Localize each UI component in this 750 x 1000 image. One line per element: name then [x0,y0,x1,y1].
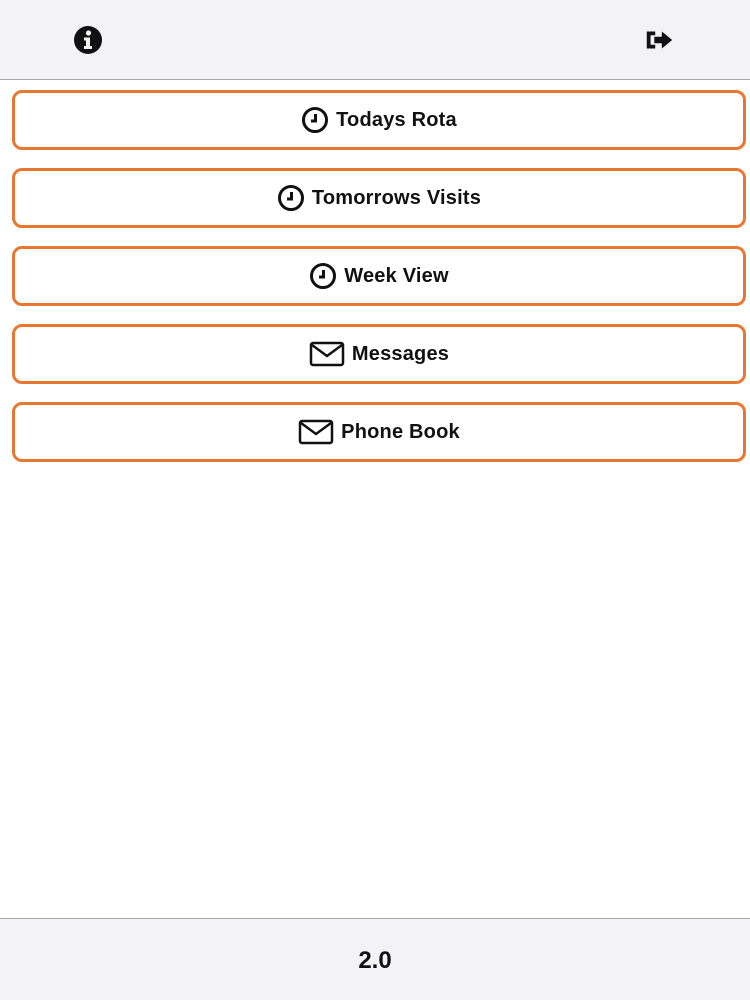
messages-label: Messages [351,342,450,365]
envelope-icon [298,419,334,445]
envelope-icon [309,341,345,367]
top-bar [0,0,750,80]
messages-button[interactable]: Messages [12,324,746,384]
todays-rota-button[interactable]: Todays Rota [12,90,746,150]
phone-book-label: Phone Book [341,420,460,443]
week-view-button[interactable]: Week View [12,246,746,306]
phone-book-button[interactable]: Phone Book [12,402,746,462]
tomorrows-visits-button[interactable]: Tomorrows Visits [12,168,746,228]
clock-icon [301,106,329,134]
clock-icon [277,184,305,212]
logout-button[interactable] [643,24,675,56]
sign-out-icon [646,31,673,49]
app-version: 2.0 [358,946,392,974]
week-view-label: Week View [344,264,449,287]
info-button[interactable] [72,24,104,56]
footer-bar: 2.0 [0,918,750,1000]
main-menu: Todays Rota Tomorrows Visits Week View M… [12,90,746,480]
app-screen: Todays Rota Tomorrows Visits Week View M… [0,0,750,1000]
info-circle-icon [74,26,102,54]
todays-rota-label: Todays Rota [336,108,457,131]
tomorrows-visits-label: Tomorrows Visits [311,186,482,209]
clock-icon [309,262,337,290]
